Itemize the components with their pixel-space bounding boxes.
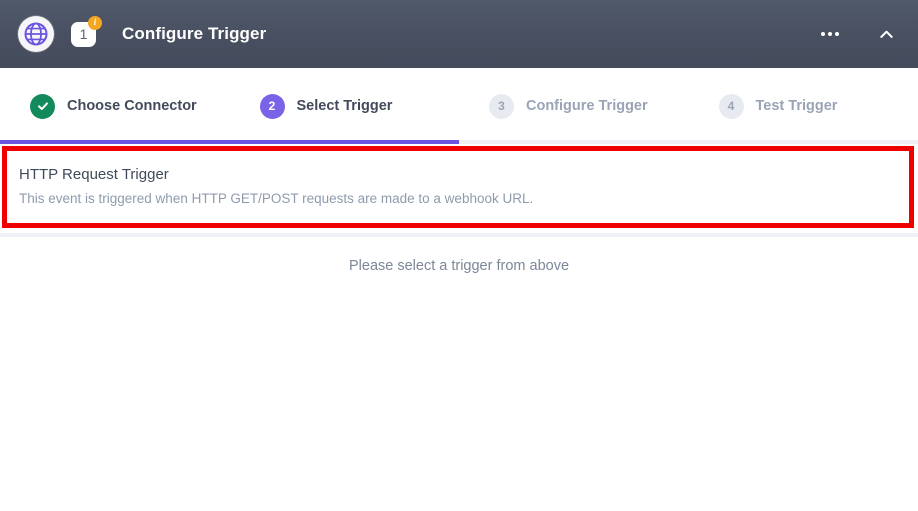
step-2-label: Select Trigger <box>296 98 393 114</box>
chevron-up-icon[interactable] <box>872 20 900 48</box>
globe-icon <box>18 16 54 52</box>
step-4-number: 4 <box>718 93 744 119</box>
more-horizontal-icon[interactable] <box>816 20 844 48</box>
wizard-stepper: Choose Connector 2 Select Trigger 3 Conf… <box>0 68 918 144</box>
step-4-label: Test Trigger <box>755 98 838 114</box>
step-1-status-icon <box>30 93 55 119</box>
node-number-badge[interactable]: 1 i <box>71 15 102 47</box>
trigger-option-http-request[interactable]: HTTP Request Trigger This event is trigg… <box>2 146 914 228</box>
step-choose-connector[interactable]: Choose Connector <box>0 93 230 119</box>
trigger-option-description: This event is triggered when HTTP GET/PO… <box>19 190 534 206</box>
app-header: 1 i Configure Trigger <box>0 0 918 68</box>
step-test-trigger[interactable]: 4 Test Trigger <box>689 93 918 119</box>
step-select-trigger[interactable]: 2 Select Trigger <box>230 93 460 119</box>
trigger-option-title: HTTP Request Trigger <box>19 166 169 183</box>
section-divider <box>0 233 918 237</box>
more-dots <box>821 32 839 36</box>
step-1-label: Choose Connector <box>67 98 197 114</box>
page-title: Configure Trigger <box>122 24 267 43</box>
dot-2 <box>828 32 832 36</box>
step-2-number: 2 <box>259 93 285 119</box>
step-configure-trigger[interactable]: 3 Configure Trigger <box>459 93 689 119</box>
stepper-progress-fill <box>0 140 459 144</box>
step-3-number: 3 <box>489 93 514 119</box>
empty-state-message: Please select a trigger from above <box>348 258 570 274</box>
stepper-progress-track <box>0 140 918 144</box>
info-icon[interactable]: i <box>88 15 102 30</box>
step-3-label: Configure Trigger <box>526 98 648 114</box>
dot-3 <box>835 32 839 36</box>
dot-1 <box>821 32 825 36</box>
header-left-group: 1 i Configure Trigger <box>12 15 816 52</box>
header-actions <box>816 20 900 48</box>
